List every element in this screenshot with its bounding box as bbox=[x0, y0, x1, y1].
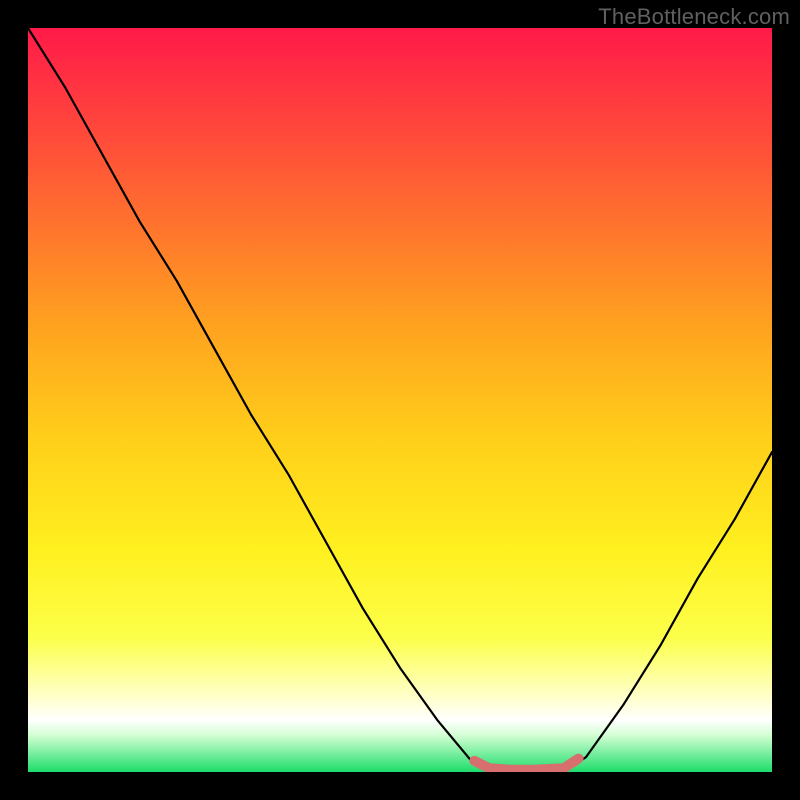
watermark-text: TheBottleneck.com bbox=[598, 4, 790, 30]
gradient-background bbox=[28, 28, 772, 772]
chart-frame: TheBottleneck.com bbox=[0, 0, 800, 800]
plot-area bbox=[28, 28, 772, 772]
plot-svg bbox=[28, 28, 772, 772]
